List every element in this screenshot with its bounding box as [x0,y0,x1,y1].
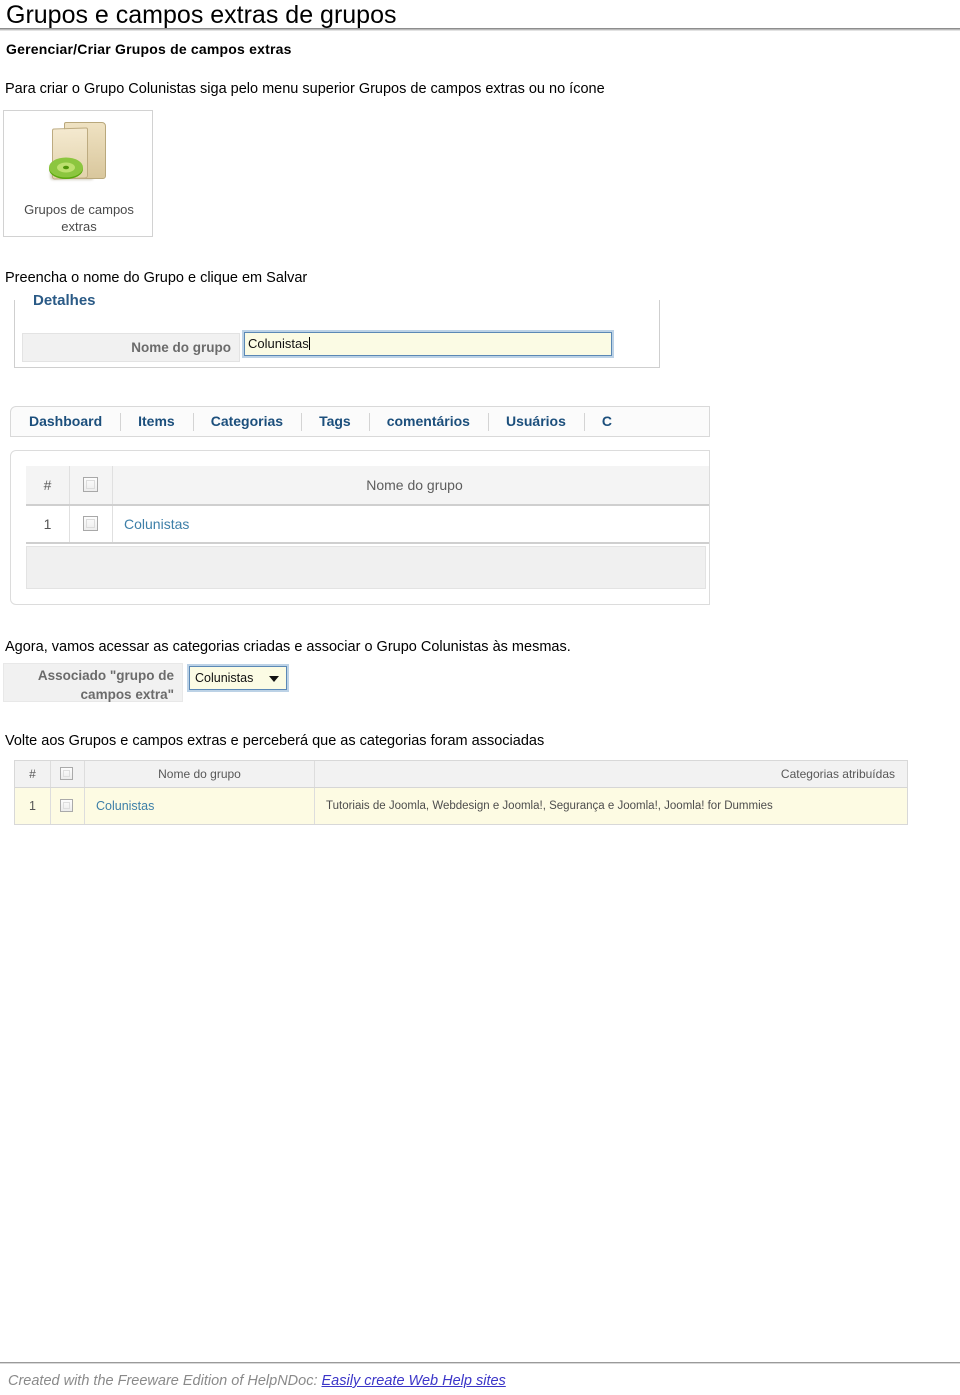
groups-table-header-row: # Nome do grupo [26,466,709,506]
assigned-row-index-label: 1 [29,799,36,813]
table-row: 1 Colunistas Tutoriais de Joomla, Webdes… [15,788,907,824]
footer-credit-text: Created with the Freeware Edition of Hel… [8,1373,318,1389]
paragraph-volte-grupos: Volte aos Grupos e campos extras e perce… [5,733,545,749]
chevron-down-icon [269,676,279,682]
row-checkbox[interactable] [60,799,73,812]
groups-row-index: 1 [26,506,70,542]
assigned-categories-text: Tutoriais de Joomla, Webdesign e Joomla!… [326,800,773,812]
associado-selected-value: Colunistas [195,671,254,685]
table-row: 1 Colunistas [26,506,709,544]
tab-usuarios[interactable]: Usuários [487,407,584,436]
group-name-field-row: Nome do grupo Colunistas [22,332,652,362]
green-disc-icon [49,157,83,179]
tab-categorias[interactable]: Categorias [192,407,301,436]
select-all-checkbox[interactable] [83,477,98,492]
footer-helpndoc-link[interactable]: Easily create Web Help sites [322,1373,506,1389]
folder-caption-line-1: Grupos de campos [24,202,134,217]
groups-row-name-cell: Colunistas [113,506,709,542]
group-name-label: Nome do grupo [22,333,240,362]
section-subheading: Gerenciar/Criar Grupos de campos extras [6,41,292,57]
paragraph-preencha-nome: Preencha o nome do Grupo e clique em Sal… [5,270,308,286]
groups-header-name-cell: Nome do grupo [113,466,709,504]
associado-label-line-2: campos extra" [80,687,174,702]
select-all-checkbox[interactable] [60,767,73,780]
assigned-row-checkbox-cell [51,788,85,824]
tab-clipped[interactable]: C [583,407,612,436]
folder-caption-line-2: extras [61,219,97,234]
assigned-header-name-label: Nome do grupo [158,767,241,781]
group-name-link[interactable]: Colunistas [96,799,154,813]
tab-dashboard[interactable]: Dashboard [11,407,120,436]
assigned-header-index-label: # [29,767,36,781]
groups-table: # Nome do grupo 1 Colunistas [10,450,710,605]
groups-row-index-label: 1 [43,516,52,532]
assigned-header-index: # [15,761,51,787]
associado-label: Associado "grupo de campos extra" [3,663,183,702]
associado-label-line-1: Associado "grupo de [37,668,174,683]
assigned-header-categories-cell: Categorias atribuídas [315,761,907,787]
assigned-categories-table: # Nome do grupo Categorias atribuídas 1 … [14,760,908,825]
groups-header-index-label: # [43,477,52,493]
assigned-header-checkbox-cell [51,761,85,787]
page-title: Grupos e campos extras de grupos [6,1,397,29]
assigned-header-name-cell: Nome do grupo [85,761,315,787]
title-divider [0,28,960,31]
paragraph-criar-grupo: Para criar o Grupo Colunistas siga pelo … [5,81,605,97]
assigned-row-index: 1 [15,788,51,824]
folder-icon-caption: Grupos de campos extras [4,201,154,235]
paragraph-agora-acessar: Agora, vamos acessar as categorias criad… [5,639,571,655]
groups-header-checkbox-cell [70,466,113,504]
details-legend: Detalhes [27,292,102,309]
row-checkbox[interactable] [83,516,98,531]
assigned-table-header-row: # Nome do grupo Categorias atribuídas [15,761,907,788]
folder-green-arrow-icon [44,118,114,190]
assigned-row-name-cell: Colunistas [85,788,315,824]
admin-tabbar[interactable]: Dashboard Items Categorias Tags comentários U… [10,406,710,437]
assigned-row-categories-cell: Tutoriais de Joomla, Webdesign e Joomla!… [315,788,907,824]
footer-credit: Created with the Freeware Edition of Hel… [8,1373,506,1389]
tab-comentarios[interactable]: comentários [368,407,488,436]
groups-table-footer [26,546,706,589]
groups-row-checkbox-cell [70,506,113,542]
groups-header-name-label: Nome do grupo [366,477,463,493]
assigned-header-categories-label: Categorias atribuídas [780,767,895,781]
associado-select[interactable]: Colunistas [189,666,287,690]
group-name-input-value: Colunistas [248,336,309,351]
group-name-input[interactable]: Colunistas [244,332,612,356]
tab-tags[interactable]: Tags [301,407,369,436]
folder-icon-card: Grupos de campos extras [3,110,153,237]
text-cursor [308,337,310,350]
tab-items[interactable]: Items [120,407,193,436]
footer-divider [0,1362,960,1364]
group-name-link[interactable]: Colunistas [124,516,189,532]
groups-header-index: # [26,466,70,504]
